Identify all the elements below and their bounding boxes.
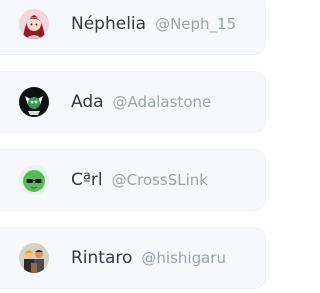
user-list: Néphelia @Neph_15 Ada @Adalastone Cªrl @… [0,0,266,293]
user-handle: @CrossSLink [111,171,208,189]
user-name: Cªrl @CrossSLink [71,170,208,190]
user-handle: @Neph_15 [155,15,237,33]
user-card[interactable]: Néphelia @Neph_15 [0,0,266,55]
user-name: Rintaro @hishigaru [71,248,226,268]
anime-girl-avatar [19,9,49,39]
user-card[interactable]: Ada @Adalastone [0,71,266,133]
group-photo-avatar [19,243,49,273]
user-card[interactable]: Cªrl @CrossSLink [0,149,266,211]
user-handle: @Adalastone [112,93,212,111]
user-name: Néphelia @Neph_15 [71,14,237,34]
user-name: Ada @Adalastone [71,92,212,112]
sunglasses-avatar [19,165,49,195]
user-handle: @hishigaru [141,249,226,267]
user-card[interactable]: Rintaro @hishigaru [0,227,266,289]
green-bot-avatar [19,87,49,117]
